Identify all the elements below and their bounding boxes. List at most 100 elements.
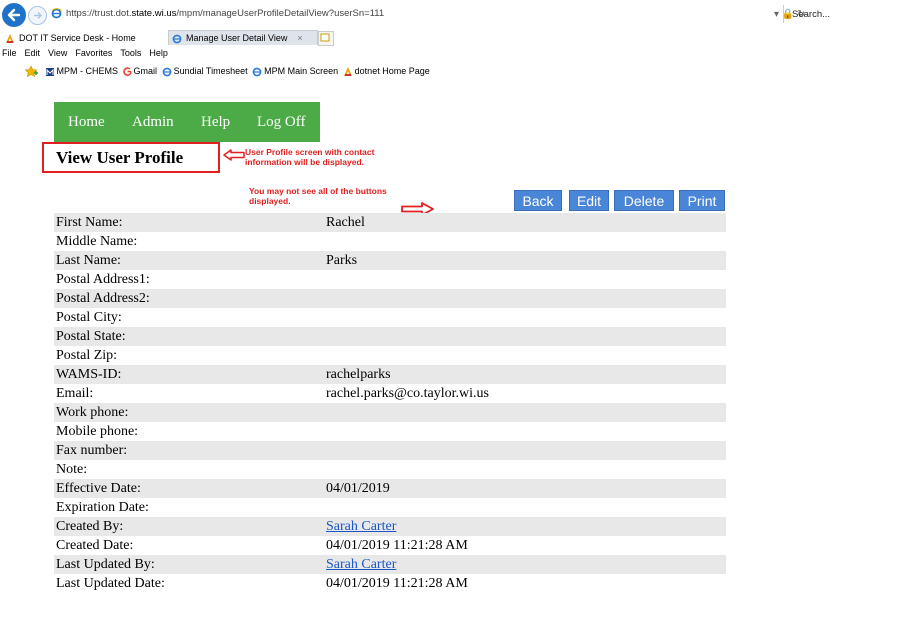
profile-row: Created Date: 04/01/2019 11:21:28 AM: [54, 536, 726, 555]
profile-field-value: Rachel: [321, 213, 726, 232]
profile-field-value: [321, 327, 726, 346]
profile-field-label: Created Date:: [56, 538, 134, 553]
nav-home-link[interactable]: Home: [68, 114, 105, 131]
favorite-label: MPM Main Screen: [264, 66, 339, 76]
menu-help[interactable]: Help: [149, 46, 168, 61]
profile-field-value: rachelparks: [321, 365, 726, 384]
page-title: View User Profile: [56, 148, 184, 167]
menu-bar: File Edit View Favorites Tools Help: [0, 46, 924, 61]
profile-field-label: Middle Name:: [56, 234, 138, 249]
favorite-label: dotnet Home Page: [354, 66, 430, 76]
url-prefix: https://trust.dot.: [66, 8, 132, 20]
favorite-mpm-chems[interactable]: MPM - CHEMS: [45, 63, 119, 80]
url-field[interactable]: https://trust.dot.state.wi.us/mpm/manage…: [51, 8, 751, 24]
tab-bar: DOT IT Service Desk - Home Manage User D…: [0, 30, 924, 46]
profile-row: Work phone:: [54, 403, 726, 422]
top-nav: Home Admin Help Log Off: [54, 102, 320, 142]
favorite-mpm-main-screen[interactable]: MPM Main Screen: [252, 63, 338, 80]
favorite-label: Gmail: [133, 66, 158, 76]
profile-row: Last Updated Date: 04/01/2019 11:21:28 AM: [54, 574, 726, 593]
profile-field-label: Last Updated By:: [54, 555, 321, 574]
acrobat-icon: [6, 33, 14, 43]
profile-field-label: Work phone:: [54, 403, 321, 422]
profile-row: Postal State:: [54, 327, 726, 346]
user-link[interactable]: Sarah Carter: [326, 557, 396, 572]
user-link[interactable]: Sarah Carter: [326, 519, 396, 534]
profile-field-label: Expiration Date:: [56, 500, 149, 515]
profile-field-label: Fax number:: [54, 441, 321, 460]
profile-field-value: [321, 232, 726, 251]
profile-field-value: rachel.parks@co.taylor.wi.us: [326, 386, 489, 401]
url-domain: state.wi.us: [131, 8, 177, 20]
profile-row: Note:: [54, 460, 726, 479]
profile-field-value: [321, 270, 726, 289]
favorite-sundial-timesheet[interactable]: Sundial Timesheet: [162, 63, 248, 80]
nav-admin-link[interactable]: Admin: [132, 114, 174, 131]
profile-row: Effective Date: 04/01/2019: [54, 479, 726, 498]
menu-file[interactable]: File: [2, 46, 17, 61]
new-tab-button[interactable]: [318, 31, 334, 46]
profile-row: Expiration Date:: [54, 498, 726, 517]
nav-help-link[interactable]: Help: [201, 114, 230, 131]
tab-dot-it-service-desk[interactable]: DOT IT Service Desk - Home: [2, 31, 162, 45]
edit-button[interactable]: Edit: [569, 190, 609, 211]
profile-field-value: [321, 346, 726, 365]
nav-logoff-link[interactable]: Log Off: [257, 114, 305, 131]
address-bar: https://trust.dot.state.wi.us/mpm/manage…: [0, 0, 924, 30]
profile-field-label: Last Name:: [54, 251, 321, 270]
profile-field-label: First Name:: [54, 213, 321, 232]
tab-label: DOT IT Service Desk - Home: [19, 33, 136, 43]
delete-button[interactable]: Delete: [614, 190, 674, 211]
favorite-label: MPM - CHEMS: [56, 66, 119, 76]
tab-label: Manage User Detail View: [186, 33, 288, 43]
new-tab-icon: [320, 33, 330, 42]
mpm-icon: [45, 67, 54, 76]
profile-field-value: 04/01/2019: [321, 479, 726, 498]
arrow-right-icon: [34, 12, 42, 19]
browser-back-button[interactable]: [2, 3, 26, 27]
profile-field-value: [321, 422, 726, 441]
search-placeholder: Search...: [792, 9, 831, 20]
profile-row: Fax number:: [54, 441, 726, 460]
profile-row: Created By: Sarah Carter: [54, 517, 726, 536]
profile-field-value: [321, 308, 726, 327]
profile-field-label: Mobile phone:: [56, 424, 139, 439]
menu-edit[interactable]: Edit: [25, 46, 41, 61]
search-input[interactable]: Search...: [783, 5, 924, 23]
profile-row: WAMS-ID: rachelparks: [54, 365, 726, 384]
ie-icon: [172, 34, 182, 44]
profile-field-value: [321, 460, 726, 479]
favorite-dotnet-home-page[interactable]: dotnet Home Page: [343, 63, 430, 80]
profile-field-value: Parks: [321, 251, 726, 270]
close-icon[interactable]: ×: [297, 33, 302, 43]
print-button[interactable]: Print: [679, 190, 725, 211]
browser-forward-button[interactable]: [28, 6, 47, 25]
profile-field-label: Postal City:: [56, 310, 122, 325]
back-button[interactable]: Back: [514, 190, 562, 211]
profile-field-label: Email:: [56, 386, 94, 401]
profile-field-label: Postal Address1:: [56, 272, 150, 287]
acrobat-icon: [343, 66, 352, 76]
menu-tools[interactable]: Tools: [120, 46, 141, 61]
profile-field-label: Postal Zip:: [56, 348, 118, 363]
ie-icon: [252, 67, 262, 77]
profile-row: Postal Zip:: [54, 346, 726, 365]
profile-field-value: [321, 403, 726, 422]
favorite-label: Sundial Timesheet: [173, 66, 248, 76]
profile-row: Postal City:: [54, 308, 726, 327]
profile-field-label: WAMS-ID:: [54, 365, 321, 384]
profile-row: Mobile phone:: [54, 422, 726, 441]
tab-manage-user-detail-view[interactable]: Manage User Detail View ×: [168, 30, 318, 45]
ie-icon: [162, 67, 171, 77]
annotation-arrow-left-icon: [223, 149, 245, 161]
profile-field-value: 04/01/2019 11:21:28 AM: [326, 538, 468, 553]
annotation-note-profile: User Profile screen with contact informa…: [245, 147, 375, 167]
menu-view[interactable]: View: [48, 46, 67, 61]
favorites-star-icon[interactable]: [24, 63, 40, 80]
arrow-left-icon: [7, 8, 21, 22]
user-profile-table: First Name: Rachel Middle Name: Last Name: P…: [54, 213, 726, 593]
url-path: /mpm/manageUserProfileDetailView?userSn=…: [176, 8, 385, 20]
favorite-gmail[interactable]: Gmail: [122, 63, 158, 80]
profile-field-value: Sarah Carter: [321, 555, 726, 574]
menu-favorites[interactable]: Favorites: [75, 46, 112, 61]
